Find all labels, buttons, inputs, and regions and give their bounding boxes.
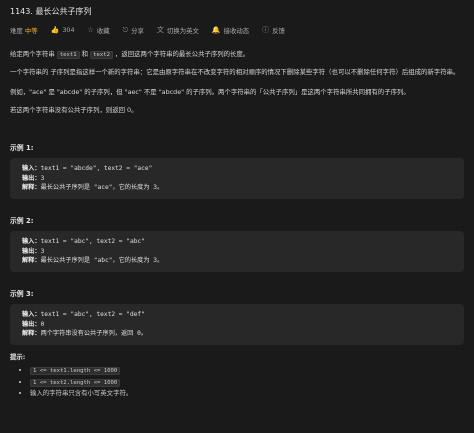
feedback-icon: ⓘ xyxy=(262,26,270,34)
like-count: 304 xyxy=(62,26,75,34)
favorite-button[interactable]: ☆ 收藏 xyxy=(88,26,110,35)
hint-text: 输入的字符串只含有小写英文字符。 xyxy=(30,389,133,397)
p1-and: 和 xyxy=(81,50,89,58)
example-1-input: 输入：text1 = "abcde", text2 = "ace" xyxy=(22,164,452,174)
explain-label: 解释： xyxy=(22,330,41,337)
input-label: 输入： xyxy=(22,238,41,245)
difficulty: 难度 中等 xyxy=(10,26,38,35)
feedback-button[interactable]: ⓘ 反馈 xyxy=(262,25,285,35)
input-value: text1 = "abc", text2 = "def" xyxy=(40,311,145,318)
example-2-input: 输入：text1 = "abc", text2 = "abc" xyxy=(22,237,452,247)
bell-icon: 🔔 xyxy=(211,26,221,34)
output-value: 3 xyxy=(40,247,45,255)
output-label: 输出： xyxy=(22,247,41,255)
problem-page: 1143. 最长公共子序列 难度 中等 👍 304 ☆ 收藏 ⎋ 分享 文 切换… xyxy=(0,0,474,433)
description-paragraph-3: 例如，"ace" 是 "abcde" 的子序列，但 "aec" 不是 "abcd… xyxy=(10,88,410,96)
feedback-label: 反馈 xyxy=(272,26,285,35)
example-3-explain: 解释：两个字符串没有公共子序列，返回 0。 xyxy=(22,329,452,339)
p1-post: ，返回这两个字符串的最长公共子序列的长度。 xyxy=(115,50,250,58)
difficulty-value: 中等 xyxy=(24,26,38,35)
output-value: 3 xyxy=(40,174,45,182)
hints-title: 提示: xyxy=(10,353,26,361)
explain-label: 解释： xyxy=(22,257,41,264)
input-label: 输入： xyxy=(22,311,41,318)
example-3-output: 输出：0 xyxy=(22,320,452,330)
hints-list: 1 <= text1.length <= 1000 1 <= text2.len… xyxy=(18,365,132,399)
example-1-output: 输出：3 xyxy=(22,174,452,184)
example-1-title: 示例 1: xyxy=(10,144,34,152)
favorite-label: 收藏 xyxy=(96,26,110,35)
hint-text: 1 <= text1.length <= 1000 xyxy=(30,367,121,375)
input-label: 输入： xyxy=(22,165,41,172)
p1-text: 给定两个字符串 xyxy=(10,50,55,58)
example-3-title: 示例 3: xyxy=(10,290,34,298)
example-3-input: 输入：text1 = "abc", text2 = "def" xyxy=(22,310,452,320)
output-value: 0 xyxy=(40,320,45,328)
output-label: 输出： xyxy=(22,320,41,328)
input-value: text1 = "abc", text2 = "abc" xyxy=(40,238,145,245)
input-value: text1 = "abcde", text2 = "ace" xyxy=(40,165,153,172)
description-paragraph-2: 一个字符串的 子序列是指这样一个新的字符串：它是由原字符串在不改变字符的相对顺序… xyxy=(10,68,460,76)
example-1-explain: 解释：最长公共子序列是 "ace"，它的长度为 3。 xyxy=(22,183,452,193)
hint-item: 输入的字符串只含有小写英文字符。 xyxy=(30,388,132,399)
hint-item: 1 <= text1.length <= 1000 xyxy=(30,365,132,377)
switch-language-button[interactable]: 文 切换为英文 xyxy=(157,25,199,35)
code-text1: text1 xyxy=(56,51,80,59)
notify-label: 接收动态 xyxy=(223,26,250,35)
description-paragraph-4: 若这两个字符串没有公共子序列，则返回 0。 xyxy=(10,106,138,114)
example-1-box: 输入：text1 = "abcde", text2 = "ace" 输出：3 解… xyxy=(10,158,464,199)
example-2-output: 输出：3 xyxy=(22,247,452,257)
star-icon: ☆ xyxy=(87,26,94,34)
example-2-title: 示例 2: xyxy=(10,217,34,225)
explain-value: 最长公共子序列是 "abc"，它的长度为 3。 xyxy=(40,257,164,264)
share-label: 分享 xyxy=(131,26,144,35)
notify-button[interactable]: 🔔 接收动态 xyxy=(212,26,249,35)
problem-title: 1143. 最长公共子序列 xyxy=(10,7,92,16)
translate-icon: 文 xyxy=(156,26,164,34)
hint-item: 1 <= text2.length <= 1000 xyxy=(30,377,132,389)
difficulty-label: 难度 xyxy=(10,26,23,35)
share-icon: ⎋ xyxy=(122,25,129,34)
problem-meta-bar: 难度 中等 👍 304 ☆ 收藏 ⎋ 分享 文 切换为英文 🔔 接收动态 ⓘ 反… xyxy=(10,25,285,35)
explain-value: 最长公共子序列是 "ace"，它的长度为 3。 xyxy=(40,184,164,191)
like-button[interactable]: 👍 304 xyxy=(51,26,75,34)
explain-value: 两个字符串没有公共子序列，返回 0。 xyxy=(40,330,148,337)
description-paragraph-1: 给定两个字符串 text1 和 text2 ，返回这两个字符串的最长公共子序列的… xyxy=(10,50,465,60)
thumbs-up-icon: 👍 xyxy=(50,26,60,34)
code-text2: text2 xyxy=(90,51,113,59)
output-label: 输出： xyxy=(22,174,41,182)
example-2-box: 输入：text1 = "abc", text2 = "abc" 输出：3 解释：… xyxy=(10,231,464,272)
explain-label: 解释： xyxy=(22,184,41,191)
share-button[interactable]: ⎋ 分享 xyxy=(123,26,144,35)
hint-text: 1 <= text2.length <= 1000 xyxy=(30,378,121,387)
switch-language-label: 切换为英文 xyxy=(166,26,199,35)
example-2-explain: 解释：最长公共子序列是 "abc"，它的长度为 3。 xyxy=(22,256,452,266)
example-3-box: 输入：text1 = "abc", text2 = "def" 输出：0 解释：… xyxy=(10,304,464,345)
